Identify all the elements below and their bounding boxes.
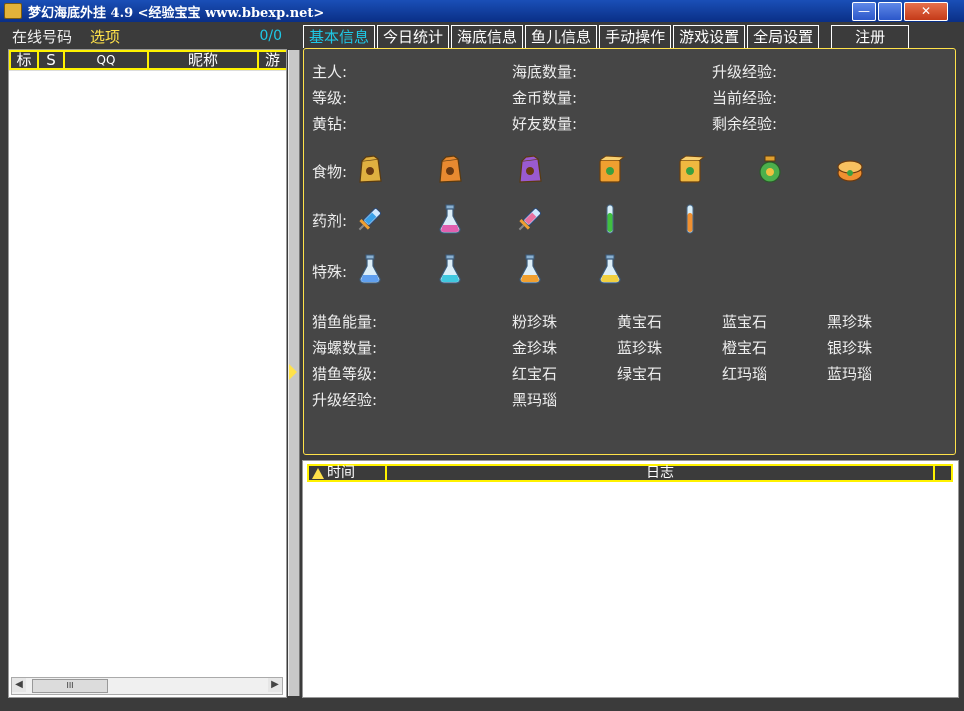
cyan-special-flask-icon[interactable] [434,253,466,285]
account-list-header: 标 S QQ 昵称 游 [9,50,286,71]
yellow-food-box-icon[interactable] [674,153,706,185]
column-filler [935,466,951,480]
column-mark[interactable]: 标 [9,50,37,70]
conch-count-label: 海螺数量: [312,339,378,357]
scroll-right-icon[interactable]: ▶ [268,678,282,692]
scroll-left-icon[interactable]: ◀ [12,678,26,692]
tab-global-settings[interactable]: 全局设置 [747,25,820,48]
minimize-button[interactable]: — [852,2,876,21]
orange-food-bag-icon[interactable] [434,153,466,185]
orange-food-box-icon[interactable] [594,153,626,185]
gem-blue-pearl: 蓝珍珠 [617,339,663,357]
column-time[interactable]: 时间 [309,466,387,480]
account-list[interactable]: 标 S QQ 昵称 游 ◀ III ▶ [8,49,287,698]
remaining-exp-label: 剩余经验: [712,115,778,133]
horizontal-scrollbar[interactable]: ◀ III ▶ [11,677,283,695]
tab-seabed-info[interactable]: 海底信息 [451,25,524,48]
gem-pink-pearl: 粉珍珠 [512,313,558,331]
gem-emerald: 绿宝石 [617,365,663,383]
collapse-arrow-icon[interactable] [289,364,297,380]
column-s[interactable]: S [37,50,63,70]
orange-test-tube-icon[interactable] [674,203,706,235]
pink-flask-icon[interactable] [434,203,466,235]
green-test-tube-icon[interactable] [594,203,626,235]
gem-orange-stone: 橙宝石 [722,339,768,357]
online-count: 0/0 [259,28,282,44]
yellow-diamond-label: 黄钻: [312,115,348,133]
food-label: 食物: [312,163,348,181]
tab-game-settings[interactable]: 游戏设置 [673,25,746,48]
current-exp-label: 当前经验: [712,89,778,107]
window-title: 梦幻海底外挂 4.9 <经验宝宝 www.bbexp.net> [28,5,325,21]
gem-topaz: 黄宝石 [617,313,663,331]
tab-manual-ops[interactable]: 手动操作 [599,25,672,48]
log-header: 时间 日志 [307,464,953,482]
title-bar: 梦幻海底外挂 4.9 <经验宝宝 www.bbexp.net> — ✕ [0,0,964,22]
gem-sapphire: 蓝宝石 [722,313,768,331]
column-log[interactable]: 日志 [387,466,935,480]
pink-syringe-icon[interactable] [514,203,546,235]
yellow-special-flask-icon[interactable] [594,253,626,285]
gem-ruby: 红宝石 [512,365,558,383]
tab-bar: 基本信息 今日统计 海底信息 鱼儿信息 手动操作 游戏设置 全局设置 注册 [303,25,910,49]
gem-gold-pearl: 金珍珠 [512,339,558,357]
green-food-jar-icon[interactable] [754,153,786,185]
log-panel[interactable]: 时间 日志 [302,460,959,698]
basic-info-panel: 主人: 海底数量: 升级经验: 等级: 金币数量: 当前经验: 黄钻: 好友数量… [303,48,956,455]
owner-label: 主人: [312,63,348,81]
blue-syringe-icon[interactable] [354,203,386,235]
tab-fish-info[interactable]: 鱼儿信息 [525,25,598,48]
purple-food-bag-icon[interactable] [514,153,546,185]
hunt-energy-label: 猎鱼能量: [312,313,378,331]
gem-black-agate: 黑玛瑙 [512,391,558,409]
gem-blue-agate: 蓝玛瑙 [827,365,873,383]
left-panel-header: 在线号码 选项 0/0 [12,26,282,46]
online-label: 在线号码 [12,27,73,46]
app-icon [4,3,22,19]
maximize-button[interactable] [878,2,902,21]
scroll-thumb[interactable]: III [32,679,108,693]
time-column-label: 时间 [327,465,355,481]
blue-special-flask-icon[interactable] [354,253,386,285]
register-button[interactable]: 注册 [831,25,910,48]
hunt-level-label: 猎鱼等级: [312,365,378,383]
orange-special-flask-icon[interactable] [514,253,546,285]
level-label: 等级: [312,89,348,107]
sort-ascending-icon [312,467,324,479]
tab-today-stats[interactable]: 今日统计 [377,25,450,48]
special-label: 特殊: [312,263,348,281]
seabed-count-label: 海底数量: [512,63,578,81]
tan-food-bag-icon[interactable] [354,153,386,185]
upgrade-exp-label: 升级经验: [712,63,778,81]
gold-count-label: 金币数量: [512,89,578,107]
orange-food-can-icon[interactable] [834,153,866,185]
potion-label: 药剂: [312,212,348,230]
column-game[interactable]: 游 [257,50,286,70]
hunt-upgrade-exp-label: 升级经验: [312,391,378,409]
column-qq[interactable]: QQ [63,50,147,70]
close-button[interactable]: ✕ [904,2,948,21]
gem-red-agate: 红玛瑙 [722,365,768,383]
tab-basic-info[interactable]: 基本信息 [303,25,376,48]
friend-count-label: 好友数量: [512,115,578,133]
options-link[interactable]: 选项 [90,26,120,47]
gem-black-pearl: 黑珍珠 [827,313,873,331]
column-nickname[interactable]: 昵称 [147,50,257,70]
gem-silver-pearl: 银珍珠 [827,339,873,357]
